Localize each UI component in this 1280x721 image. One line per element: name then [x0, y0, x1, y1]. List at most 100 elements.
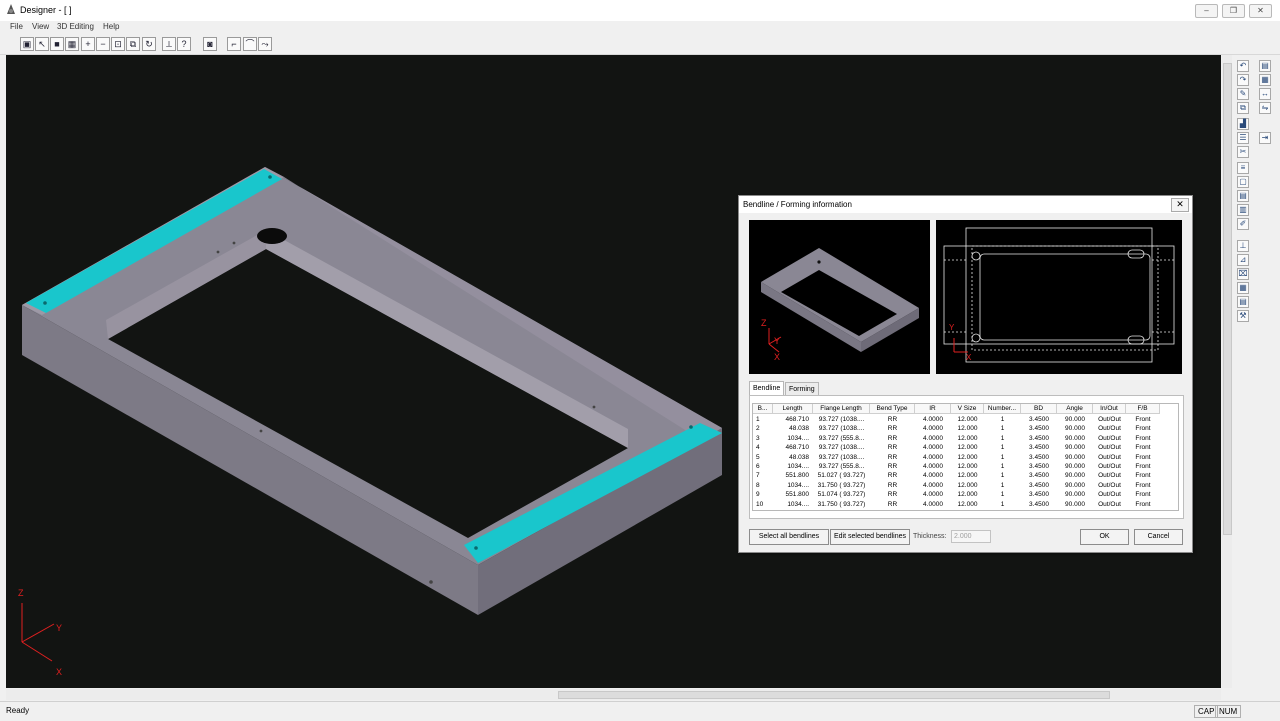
zoom-in-icon[interactable]: +: [81, 37, 95, 51]
horizontal-scrollbar[interactable]: [6, 689, 1221, 700]
table-cell: 3.4500: [1029, 453, 1049, 461]
zoom-out-icon[interactable]: −: [96, 37, 110, 51]
column-header[interactable]: B...: [753, 404, 773, 414]
measure-icon[interactable]: ⟂: [162, 37, 176, 51]
table-row[interactable]: 2 48.038 93.727 (1038.... RR 4.0000 12.000 1 3.…: [753, 424, 1160, 433]
mirror-icon[interactable]: ⇋: [1259, 102, 1271, 114]
axis-x-label: X: [56, 667, 62, 677]
frame-icon[interactable]: ▢: [1237, 176, 1249, 188]
page-icon[interactable]: ▥: [1237, 204, 1249, 216]
bendline-dialog: Bendline / Forming information ✕ Z Y X Y…: [738, 195, 1193, 553]
bendline-table[interactable]: B... Length Flange Length Bend Type IR V Size…: [752, 403, 1179, 511]
table-cell: 3.4500: [1029, 500, 1049, 508]
edit-selected-bendlines-button[interactable]: Edit selected bendlines: [830, 529, 910, 545]
rotate-icon[interactable]: ↻: [142, 37, 156, 51]
grid-small-icon[interactable]: ▦: [1259, 74, 1271, 86]
undo-icon[interactable]: ↶: [1237, 60, 1249, 72]
menu-3d-editing[interactable]: 3D Editing: [57, 22, 94, 31]
table-cell: 90.000: [1065, 453, 1085, 461]
table-row[interactable]: 5 48.038 93.727 (1038.... RR 4.0000 12.000 1 3.…: [753, 453, 1160, 462]
table-icon[interactable]: ▤: [1237, 296, 1249, 308]
vertical-scrollbar[interactable]: [1222, 55, 1232, 688]
dialog-close-button[interactable]: ✕: [1171, 198, 1189, 212]
thickness-label: Thickness:: [913, 533, 947, 540]
cut-icon[interactable]: ✂: [1237, 146, 1249, 158]
export-icon[interactable]: ⇥: [1259, 132, 1271, 144]
status-bar: Ready CAP NUM: [0, 701, 1280, 721]
table-cell: 4.0000: [923, 453, 943, 461]
ok-button[interactable]: OK: [1080, 529, 1129, 545]
table-cell: RR: [887, 463, 898, 470]
minimize-button[interactable]: –: [1195, 4, 1218, 18]
close-button[interactable]: ✕: [1249, 4, 1272, 18]
table-row[interactable]: 4 468.710 93.727 (1038.... RR 4.0000 12.000 1 3…: [753, 443, 1160, 452]
column-header[interactable]: Length: [773, 404, 813, 414]
select-all-bendlines-button[interactable]: Select all bendlines: [749, 529, 829, 545]
grid-right-icon[interactable]: ▦: [1237, 282, 1249, 294]
tab-bendline[interactable]: Bendline: [749, 381, 785, 396]
box-view-icon[interactable]: ▣: [20, 37, 34, 51]
select-arrow-icon[interactable]: ↖: [35, 37, 49, 51]
column-header[interactable]: BD: [1021, 404, 1057, 414]
table-cell: Out/Out: [1098, 425, 1121, 433]
table-cell: Out/Out: [1098, 491, 1121, 499]
bend-tool-icon[interactable]: ⌒: [243, 37, 257, 51]
move-icon[interactable]: ↔: [1259, 88, 1271, 100]
cancel-button[interactable]: Cancel: [1134, 529, 1183, 545]
table-row[interactable]: 8 1034.... 31.750 ( 93.727) RR 4.0000 12.000 1…: [753, 481, 1160, 490]
table-row[interactable]: 1 468.710 93.727 (1038.... RR 4.0000 12.000 1 3…: [753, 415, 1160, 424]
column-header[interactable]: Bend Type: [870, 404, 915, 414]
align-icon[interactable]: ⊥: [1237, 240, 1249, 252]
table-cell: 12.000: [957, 453, 978, 461]
tag-icon[interactable]: ⌧: [1237, 268, 1249, 280]
table-cell: 90.000: [1065, 434, 1085, 442]
table-cell: 1: [1000, 463, 1005, 470]
folder-icon[interactable]: ▤: [1237, 190, 1249, 202]
tools-icon[interactable]: ⚒: [1237, 310, 1249, 322]
restore-button[interactable]: ❐: [1222, 4, 1245, 18]
unfold-tool-icon[interactable]: ⤳: [258, 37, 272, 51]
column-header[interactable]: F/B: [1126, 404, 1160, 414]
column-header[interactable]: In/Out: [1093, 404, 1126, 414]
zoom-window-icon[interactable]: ⧉: [126, 37, 140, 51]
menu-help[interactable]: Help: [103, 22, 119, 31]
table-cell: 93.727 (555.8...: [818, 434, 865, 442]
chart-icon[interactable]: ▟: [1237, 118, 1249, 130]
tab-forming[interactable]: Forming: [785, 382, 819, 396]
list-icon[interactable]: ☰: [1237, 132, 1249, 144]
table-cell: RR: [887, 434, 898, 442]
table-cell: Front: [1135, 472, 1151, 480]
help-query-icon[interactable]: ?: [177, 37, 191, 51]
edit-icon[interactable]: ✎: [1237, 88, 1249, 100]
column-header[interactable]: Flange Length: [813, 404, 870, 414]
menu-view[interactable]: View: [32, 22, 49, 31]
table-row[interactable]: 3 1034.... 93.727 (555.8... RR 4.0000 12.000 1…: [753, 434, 1160, 443]
table-cell: 48.038: [789, 425, 809, 433]
measure-right-icon[interactable]: ⊿: [1237, 254, 1249, 266]
table-row[interactable]: 10 1034.... 31.750 ( 93.727) RR 4.0000 12.000…: [753, 500, 1160, 509]
table-cell: 1: [1000, 472, 1005, 480]
zoom-extents-icon[interactable]: ⊡: [111, 37, 125, 51]
flange-tool-icon[interactable]: ⌐: [227, 37, 241, 51]
camera-icon[interactable]: ◙: [203, 37, 217, 51]
table-row[interactable]: 6 1034.... 93.727 (555.8... RR 4.0000 12.000 1…: [753, 462, 1160, 471]
table-cell: 12.000: [957, 491, 978, 499]
table-row[interactable]: 9 551.800 51.074 ( 93.727) RR 4.0000 12.000 1 3…: [753, 490, 1160, 499]
grid-icon[interactable]: ▦: [65, 37, 79, 51]
table-cell: Front: [1135, 481, 1151, 489]
column-header[interactable]: Number...: [984, 404, 1021, 414]
pencil-icon[interactable]: ✐: [1237, 218, 1249, 230]
menu-file[interactable]: File: [10, 22, 23, 31]
save-icon[interactable]: ■: [50, 37, 64, 51]
layers-icon[interactable]: ≡: [1237, 162, 1249, 174]
column-header[interactable]: V Size: [951, 404, 984, 414]
copy-icon[interactable]: ⧉: [1237, 102, 1249, 114]
table-cell: Out/Out: [1098, 453, 1121, 461]
table-row[interactable]: 7 551.800 51.027 ( 93.727) RR 4.0000 12.000 1 3…: [753, 471, 1160, 480]
column-header[interactable]: IR: [915, 404, 951, 414]
column-header[interactable]: Angle: [1057, 404, 1093, 414]
properties-icon[interactable]: ▤: [1259, 60, 1271, 72]
redo-icon[interactable]: ↷: [1237, 74, 1249, 86]
table-cell: Out/Out: [1098, 500, 1121, 508]
thickness-field[interactable]: 2.000: [951, 530, 991, 543]
